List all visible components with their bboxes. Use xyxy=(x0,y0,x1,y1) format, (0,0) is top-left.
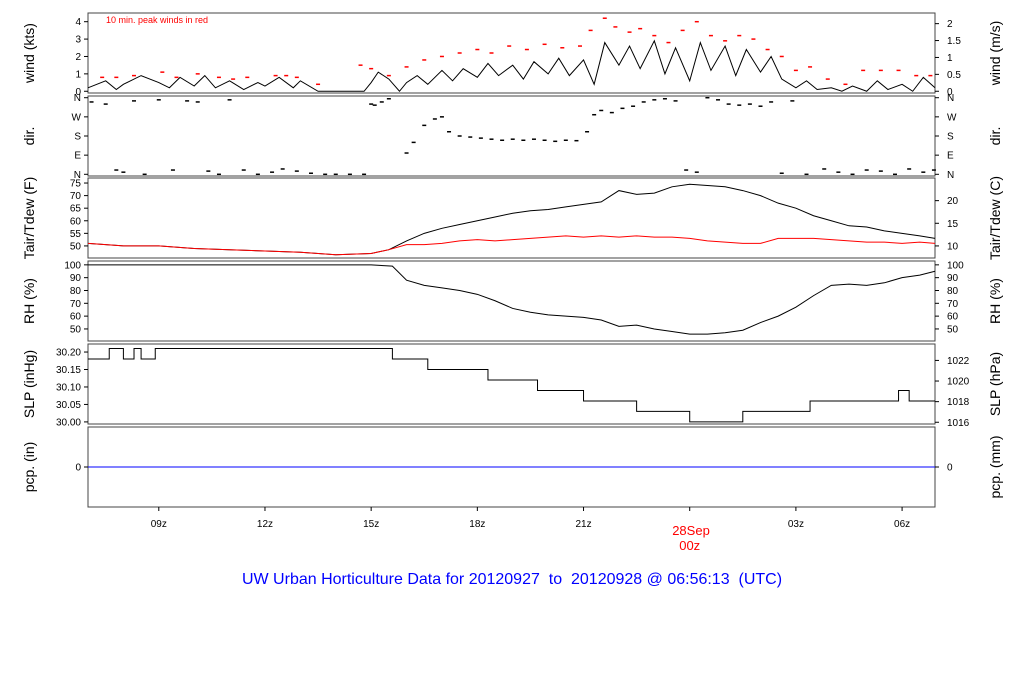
y-tick-label-right: N xyxy=(947,170,954,181)
y-tick-label: 3 xyxy=(75,35,81,46)
y-tick-label-right: 90 xyxy=(947,273,959,284)
x-tick-label: 00z xyxy=(679,538,700,553)
panel-frame xyxy=(87,260,936,342)
y-axis-label-right: pcp. (mm) xyxy=(987,436,1003,499)
y-tick-label: 80 xyxy=(70,286,82,297)
y-tick-label: 50 xyxy=(70,324,82,335)
y-tick-label-right: 70 xyxy=(947,299,959,310)
y-tick-label: 0 xyxy=(75,463,81,474)
y-tick-label-right: 1020 xyxy=(947,377,970,388)
y-tick-label-right: 1 xyxy=(947,53,953,64)
panels: wind (kts) wind (m/s) 0 1 2 3 4 0 0.5 1 1.5 2 10 min… xyxy=(21,12,1003,508)
y-tick-label-right: 1.5 xyxy=(947,36,961,47)
y-tick-label: 30.15 xyxy=(56,365,81,376)
series-10-min-peak xyxy=(100,17,933,86)
y-tick-label: 30.20 xyxy=(56,348,81,359)
y-tick-label: S xyxy=(74,132,81,143)
series-rh xyxy=(88,264,936,335)
x-tick-label: 03z xyxy=(788,519,804,530)
series-line xyxy=(87,235,936,256)
y-axis-label: wind (kts) xyxy=(21,23,37,84)
y-tick-label-right: 20 xyxy=(947,196,959,207)
y-tick-label: E xyxy=(74,151,81,162)
x-tick-label: 06z xyxy=(894,519,910,530)
x-tick-label: 18z xyxy=(469,519,485,530)
y-axis-label: RH (%) xyxy=(21,278,37,324)
y-tick-label: 70 xyxy=(70,299,82,310)
y-axis-label-right: SLP (hPa) xyxy=(987,352,1003,416)
panel-wind: wind (kts) wind (m/s)0123400.511.5210 min… xyxy=(21,12,1003,98)
y-axis-label: pcp. (in) xyxy=(21,442,37,493)
y-tick-label-right: W xyxy=(947,112,957,123)
y-axis-label: Tair/Tdew (F) xyxy=(21,177,37,259)
y-tick-label: 1 xyxy=(75,69,81,80)
x-tick-label: 21z xyxy=(575,519,591,530)
y-tick-label: 100 xyxy=(64,260,81,271)
y-tick-label-right: 10 xyxy=(947,241,959,252)
y-tick-label: 50 xyxy=(70,241,82,252)
y-axis-label-right: RH (%) xyxy=(987,278,1003,324)
y-tick-label: 30.10 xyxy=(56,382,81,393)
y-axis-label-right: dir. xyxy=(987,127,1003,146)
y-tick-label-right: 1022 xyxy=(947,356,970,367)
panel-temp: Tair/Tdew (F) Tair/Tdew (C) 5055 6065 7075 10… xyxy=(21,176,1003,260)
y-tick-label-right: 1018 xyxy=(947,397,970,408)
series-wind-direction xyxy=(89,96,936,176)
series-slp xyxy=(88,348,935,423)
series-line xyxy=(88,348,935,423)
chart-title: UW Urban Horticulture Data for 20120927 … xyxy=(242,571,782,588)
weather-chart: wind (kts) wind (m/s) 0 1 2 3 4 0 0.5 1 1.5 2 10 min… xyxy=(21,12,1003,588)
y-tick-label: N xyxy=(74,93,81,104)
y-tick-label: 30.05 xyxy=(56,400,81,411)
y-tick-label: 60 xyxy=(70,312,82,323)
y-tick-label-right: E xyxy=(947,151,954,162)
panel-slp: SLP (inHg) SLP (hPa) 30.00 30.05 30.10 30.15 3… xyxy=(21,343,1003,429)
series-line xyxy=(87,39,936,93)
panel-rh: RH (%) RH (%)50607080901005060708090100 xyxy=(21,260,1003,342)
y-tick-label: 75 xyxy=(70,179,82,190)
y-tick-label: W xyxy=(72,112,82,123)
y-tick-label: 90 xyxy=(70,273,82,284)
series-tair xyxy=(87,183,936,256)
y-tick-label: 65 xyxy=(70,204,82,215)
y-tick-label-right: 60 xyxy=(947,312,959,323)
panel-pcp: pcp. (in) pcp. (mm) 0 0 xyxy=(21,426,1003,508)
panel-frame xyxy=(87,343,936,425)
y-tick-label: 70 xyxy=(70,191,82,202)
y-axis-label-right: Tair/Tdew (C) xyxy=(987,176,1003,260)
y-tick-label: 55 xyxy=(70,229,82,240)
y-axis-label: SLP (inHg) xyxy=(21,350,37,418)
y-axis-label-right: wind (m/s) xyxy=(987,21,1003,87)
y-tick-label-right: S xyxy=(947,132,954,143)
series-tdew xyxy=(87,235,936,256)
panel-frame xyxy=(87,95,936,177)
y-tick-label: 2 xyxy=(75,52,81,63)
y-tick-label-right: N xyxy=(947,93,954,104)
y-tick-label: 60 xyxy=(70,216,82,227)
y-tick-label-right: 80 xyxy=(947,286,959,297)
y-tick-label-right: 1016 xyxy=(947,418,970,429)
y-tick-label-right: 100 xyxy=(947,260,964,271)
series-line xyxy=(87,183,936,256)
y-tick-label: 4 xyxy=(75,17,81,28)
x-tick-label: 09z xyxy=(151,519,167,530)
y-tick-label-right: 50 xyxy=(947,324,959,335)
panel-frame xyxy=(87,12,936,94)
series-line xyxy=(88,264,936,335)
y-axis-label: dir. xyxy=(21,127,37,146)
y-tick-label-right: 2 xyxy=(947,19,953,30)
date-label: 28Sep xyxy=(672,523,710,538)
x-tick-label: 15z xyxy=(363,519,379,530)
series-wind-speed xyxy=(87,39,936,93)
x-axis: 09z 12z 15z 18z 21z 00z 03z 06z xyxy=(151,507,910,553)
y-tick-label-right: 15 xyxy=(947,219,959,230)
x-tick-label: 12z xyxy=(257,519,273,530)
panel-dir: dir. dir.NESWNNESWN xyxy=(21,93,1003,181)
peak-wind-annotation: 10 min. peak winds in red xyxy=(106,15,208,25)
panel-frame xyxy=(87,177,936,259)
y-tick-label-right: 0 xyxy=(947,463,953,474)
y-tick-label: 30.00 xyxy=(56,417,81,428)
y-tick-label-right: 0.5 xyxy=(947,70,961,81)
